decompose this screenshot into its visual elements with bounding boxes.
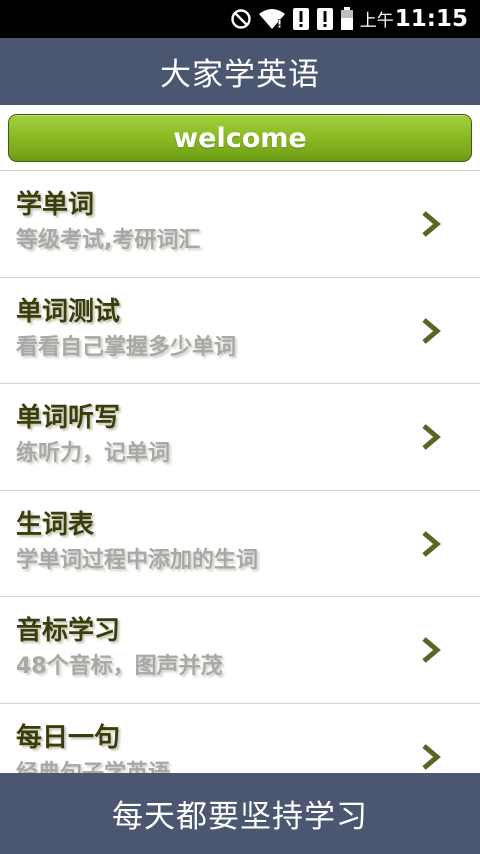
chevron-right-icon bbox=[422, 743, 441, 770]
menu-item-title: 单词测试 bbox=[16, 296, 121, 327]
alert-icon bbox=[316, 8, 333, 30]
footer-bar: 每天都要坚持学习 bbox=[0, 773, 480, 854]
menu-item-phonetics[interactable]: 音标学习 48个音标，图声并茂 bbox=[0, 597, 480, 704]
do-not-disturb-icon bbox=[231, 9, 251, 29]
chevron-right-icon bbox=[422, 424, 441, 450]
menu-item-title: 学单词 bbox=[16, 190, 95, 220]
menu-item-learn-words[interactable]: 学单词 等级考试,考研词汇 bbox=[0, 171, 480, 278]
menu-item-vocabulary-list[interactable]: 生词表 学单词过程中添加的生词 bbox=[0, 491, 480, 597]
menu-item-word-dictation[interactable]: 单词听写 练听力，记单词 bbox=[0, 384, 480, 491]
chevron-right-icon bbox=[422, 637, 441, 663]
welcome-button[interactable]: welcome bbox=[8, 114, 472, 162]
clock-ampm: 上午 bbox=[359, 11, 394, 31]
menu-item-subtitle: 看看自己掌握多少单词 bbox=[16, 334, 237, 360]
menu-item-daily-sentence[interactable]: 每日一句 经典句子学英语 bbox=[0, 704, 480, 774]
menu-item-title: 单词听写 bbox=[16, 403, 121, 433]
menu-item-title: 每日一句 bbox=[16, 722, 121, 753]
chevron-right-icon bbox=[422, 211, 441, 237]
status-icons: 上午 11:15 bbox=[224, 0, 468, 38]
status-clock: 上午 11:15 bbox=[360, 6, 468, 32]
page-title: 大家学英语 bbox=[160, 57, 320, 93]
menu-item-word-test[interactable]: 单词测试 看看自己掌握多少单词 bbox=[0, 278, 480, 384]
chevron-right-icon bbox=[422, 317, 441, 344]
status-bar: 上午 11:15 bbox=[0, 0, 480, 38]
menu-list[interactable]: 学单词 等级考试,考研词汇 单词测试 看看自己掌握多少单词 单词听写 练听力，记… bbox=[0, 171, 480, 773]
welcome-area: welcome bbox=[0, 105, 480, 171]
battery-icon bbox=[340, 7, 353, 30]
chevron-right-icon bbox=[422, 530, 441, 557]
menu-item-subtitle: 经典句子学英语 bbox=[16, 760, 171, 774]
footer-slogan: 每天都要坚持学习 bbox=[112, 799, 368, 835]
menu-item-subtitle: 等级考试,考研词汇 bbox=[16, 228, 201, 253]
menu-item-title: 生词表 bbox=[16, 509, 95, 540]
app-title-bar: 大家学英语 bbox=[0, 38, 480, 105]
clock-time: 11:15 bbox=[394, 6, 468, 32]
menu-item-title: 音标学习 bbox=[16, 616, 121, 646]
wifi-icon bbox=[258, 9, 285, 29]
menu-item-subtitle: 学单词过程中添加的生词 bbox=[16, 547, 259, 573]
menu-item-subtitle: 练听力，记单词 bbox=[16, 441, 171, 466]
menu-item-subtitle: 48个音标，图声并茂 bbox=[16, 654, 223, 679]
alert-icon bbox=[292, 8, 309, 30]
